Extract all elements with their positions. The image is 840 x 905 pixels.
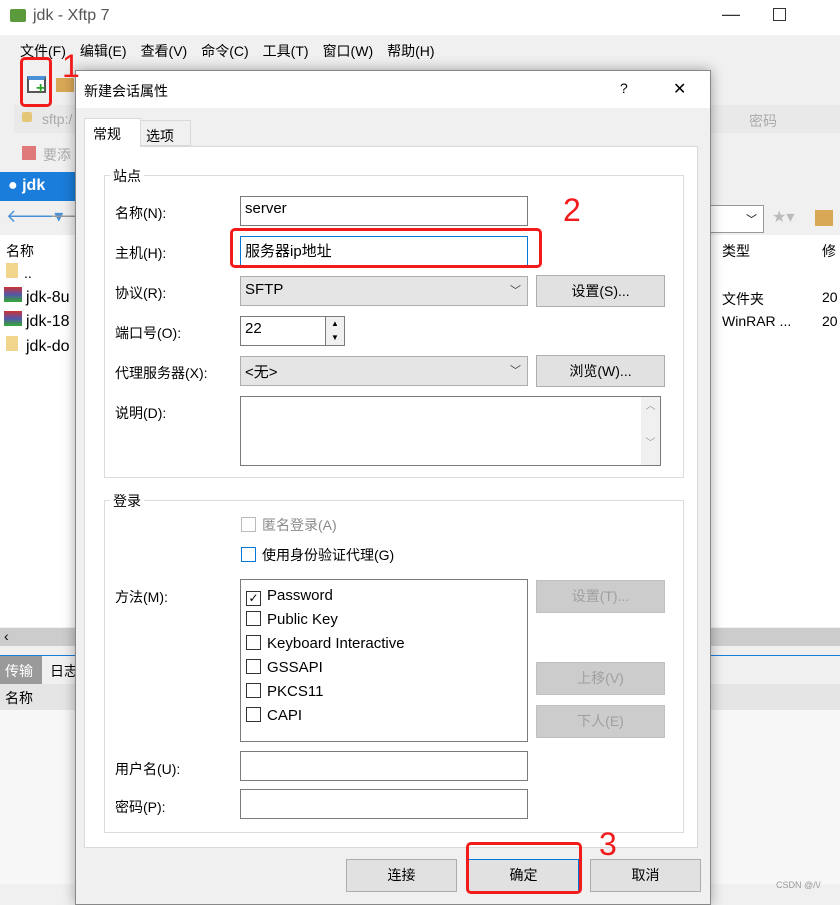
window-title: jdk - Xftp 7 [33,7,110,24]
winrar-icon [4,287,22,302]
folder-icon [6,263,18,278]
folder-icon [6,336,18,351]
protocol-select[interactable]: SFTP ﹀ [240,276,528,306]
minimize-button[interactable]: — [722,4,740,25]
proxy-select[interactable]: <无> ﹀ [240,356,528,386]
browse-proxy-button[interactable]: 浏览(W)... [536,355,665,387]
menu-help[interactable]: 帮助(H) [387,41,434,59]
lock-icon [22,112,32,122]
port-label: 端口号(O): [115,325,182,341]
chevron-down-icon: ﹀ [510,365,521,377]
anonymous-checkbox[interactable]: 匿名登录(A) [241,515,337,535]
file-row[interactable]: .. [6,263,32,281]
method-keyboard-interactive[interactable]: Keyboard Interactive [246,632,522,656]
favorite-star-icon[interactable]: ★▾ [772,207,794,227]
password-column-label: 密码 [749,113,777,129]
method-settings-button[interactable]: 设置(T)... [536,580,665,613]
protocol-label: 协议(R): [115,285,167,301]
method-public-key[interactable]: Public Key [246,608,522,632]
method-label: 方法(M): [115,589,168,605]
annotation-number-1: 1 [62,48,80,84]
port-input[interactable]: 22 [240,316,326,346]
up-folder-icon[interactable] [815,210,833,226]
method-list: ✓ Password Public Key Keyboard Interactiv… [240,579,528,742]
dialog-title: 新建会话属性 [84,83,168,99]
menu-tools[interactable]: 工具(T) [263,41,309,59]
address-text: sftp:/ [42,111,73,127]
description-textarea[interactable] [240,396,661,466]
description-label: 说明(D): [115,405,167,421]
menu-command[interactable]: 命令(C) [201,41,248,59]
tab-transfer[interactable]: 传输 [0,656,42,684]
password-label: 密码(P): [115,799,166,815]
maximize-button[interactable] [773,8,786,21]
bookmark-icon [22,146,36,160]
tab-log[interactable]: 日志 [50,661,78,681]
host-label: 主机(H): [115,245,167,261]
file-row[interactable]: jdk-8u [4,287,70,307]
annotation-number-3: 3 [599,826,617,862]
method-gssapi[interactable]: GSSAPI [246,656,522,680]
column-type[interactable]: 类型 [722,241,750,261]
site-group-title: 站点 [110,166,144,186]
auth-agent-checkbox[interactable]: 使用身份验证代理(G) [241,545,394,565]
method-capi[interactable]: CAPI [246,704,522,728]
column-name[interactable]: 名称 [6,241,34,261]
method-pkcs11[interactable]: PKCS11 [246,680,522,704]
watermark: CSDN @/\/ [776,880,821,890]
port-stepper[interactable]: ▲ ▼ [325,316,345,346]
winrar-icon [4,311,22,326]
connect-button[interactable]: 连接 [346,859,457,892]
menu-bar: 文件(F) 编辑(E) 查看(V) 命令(C) 工具(T) 窗口(W) 帮助(H… [0,35,840,65]
close-button[interactable]: ✕ [673,79,686,99]
file-row[interactable]: jdk-do [6,336,70,356]
annotation-box-3 [466,842,582,894]
annotation-box-2 [230,228,542,268]
title-bar: jdk - Xftp 7 — [0,0,840,35]
column-modified[interactable]: 修 [822,241,836,261]
username-label: 用户名(U): [115,761,181,777]
tab-options[interactable]: 选项 [140,120,191,146]
login-group-title: 登录 [110,491,144,511]
help-button[interactable]: ? [620,80,628,96]
username-input[interactable] [240,751,528,781]
move-down-button[interactable]: 下人(E) [536,705,665,738]
transfer-column-name[interactable]: 名称 [5,688,33,708]
app-icon [10,9,26,22]
dialog-title-bar: 新建会话属性 ? ✕ [76,71,710,108]
move-up-button[interactable]: 上移(V) [536,662,665,695]
name-label: 名称(N): [115,205,167,221]
method-password[interactable]: ✓ Password [246,584,522,608]
session-tab-jdk[interactable]: ● jdk [0,172,75,201]
menu-edit[interactable]: 编辑(E) [80,41,127,59]
annotation-number-2: 2 [563,192,581,228]
protocol-settings-button[interactable]: 设置(S)... [536,275,665,307]
check-icon: ✓ [246,591,261,606]
name-input[interactable]: server [240,196,528,226]
hint-text: 要添 [43,147,71,163]
session-tab-label: jdk [22,177,46,194]
chevron-down-icon: ﹀ [510,285,521,297]
cancel-button[interactable]: 取消 [590,859,701,892]
annotation-box-1 [20,57,52,107]
password-input[interactable] [240,789,528,819]
proxy-label: 代理服务器(X): [115,365,208,381]
file-row[interactable]: jdk-18 [4,311,70,331]
menu-window[interactable]: 窗口(W) [323,41,374,59]
menu-view[interactable]: 查看(V) [141,41,188,59]
description-scrollbar[interactable]: ︿ ﹀ [641,397,660,465]
tab-general[interactable]: 常规 [84,118,141,147]
